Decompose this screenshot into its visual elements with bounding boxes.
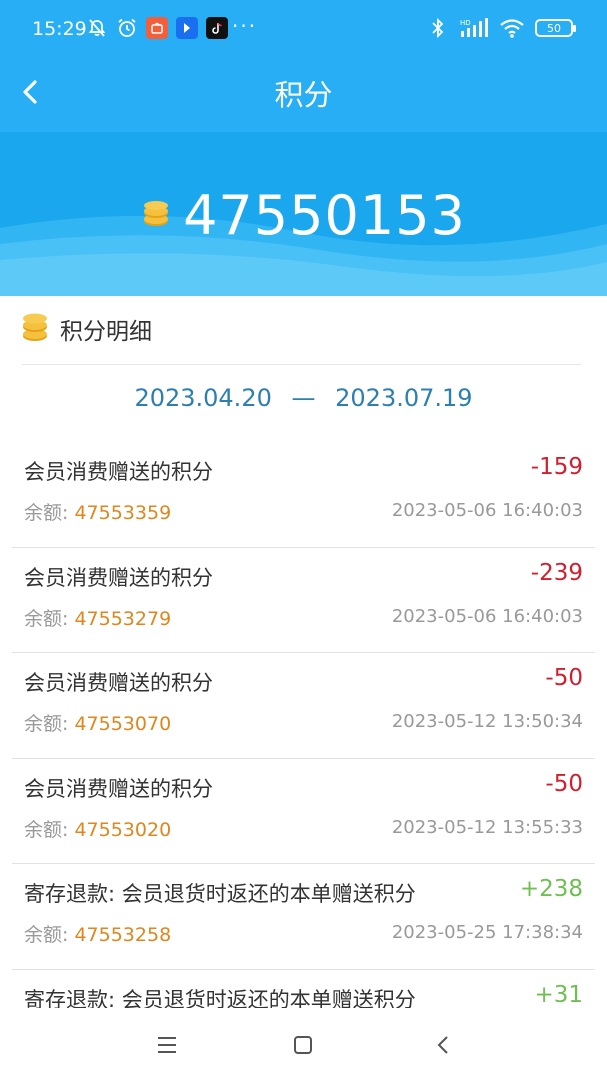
app-blue-icon (176, 17, 198, 39)
balance-value: 47553359 (74, 502, 172, 524)
coins-icon (141, 199, 171, 233)
balance-value: 47553070 (74, 713, 172, 735)
points-total-row: 47550153 (0, 184, 607, 247)
battery-icon: 50 (535, 19, 576, 37)
section-header: 积分明细 (22, 312, 152, 346)
balance-value: 47553279 (74, 607, 172, 630)
page-title: 积分 (274, 78, 333, 112)
square-icon (294, 1036, 312, 1054)
record-time: 2023-05-06 16:40:03 (391, 605, 583, 627)
date-start: 2023.04.20 (134, 384, 272, 412)
record-amount: -50 (545, 770, 583, 797)
balance-label: 余额: (24, 818, 75, 841)
balance-label: 余额: (24, 713, 75, 735)
balance-label: 余额: (24, 502, 75, 524)
points-total: 47550153 (183, 184, 466, 247)
record-title: 会员消费赠送的积分 (24, 565, 213, 590)
record-balance: 余额: 47553258 (24, 920, 171, 947)
menu-icon (158, 1037, 176, 1053)
record-time: 2023-05-12 13:50:34 (391, 711, 583, 732)
points-record-list: 会员消费赠送的积分 -159 余额: 47553359 2023-05-06 1… (0, 442, 607, 1020)
record-time: 2023-05-12 13:55:33 (391, 816, 583, 838)
status-system-icons: HD 50 (427, 17, 576, 39)
list-item[interactable]: 会员消费赠送的积分 -159 余额: 47553359 2023-05-06 1… (12, 442, 595, 548)
chevron-left-icon (437, 1036, 448, 1054)
record-balance: 余额: 47553020 (24, 815, 171, 842)
signal-hd-icon: HD (459, 17, 489, 39)
record-amount: +238 (519, 876, 583, 902)
list-item[interactable]: 会员消费赠送的积分 -50 余额: 47553070 2023-05-12 13… (12, 653, 595, 759)
section-title: 积分明细 (60, 319, 152, 345)
home-button[interactable] (288, 1030, 318, 1060)
record-amount: -239 (530, 559, 583, 586)
system-back-button[interactable] (428, 1030, 458, 1060)
system-nav-bar (0, 1008, 607, 1080)
points-hero: 47550153 (0, 132, 607, 296)
record-amount: -159 (530, 454, 583, 480)
bluetooth-icon (427, 17, 449, 39)
date-separator: — (291, 384, 316, 412)
status-time: 15:29 (32, 18, 87, 40)
record-time: 2023-05-06 16:40:03 (391, 500, 583, 521)
record-amount: -50 (545, 665, 583, 691)
alarm-icon (116, 17, 138, 39)
status-more-icon: ··· (232, 14, 258, 38)
battery-level: 50 (547, 21, 561, 35)
bell-off-icon (86, 17, 108, 39)
balance-value: 47553258 (74, 924, 172, 946)
wifi-icon (499, 17, 525, 39)
record-balance: 余额: 47553359 (24, 498, 171, 525)
record-title: 会员消费赠送的积分 (24, 460, 213, 484)
record-title: 会员消费赠送的积分 (24, 671, 213, 695)
app-tiktok-icon (206, 17, 228, 39)
record-time: 2023-05-25 17:38:34 (391, 922, 583, 943)
list-item[interactable]: 会员消费赠送的积分 -50 余额: 47553020 2023-05-12 13… (12, 759, 595, 864)
balance-value: 47553020 (74, 818, 172, 841)
menu-button[interactable] (152, 1030, 182, 1060)
header-bar: 积分 (0, 60, 607, 132)
list-item[interactable]: 寄存退款: 会员退货时返还的本单赠送积分 +238 余额: 47553258 2… (12, 864, 595, 970)
divider (22, 364, 581, 365)
date-range-selector[interactable]: 2023.04.20 — 2023.07.19 (0, 384, 607, 412)
record-amount: +31 (534, 981, 583, 1008)
record-title: 会员消费赠送的积分 (24, 776, 213, 801)
list-item[interactable]: 会员消费赠送的积分 -239 余额: 47553279 2023-05-06 1… (12, 548, 595, 653)
coins-stack-icon (22, 312, 48, 346)
balance-label: 余额: (24, 924, 75, 946)
record-balance: 余额: 47553070 (24, 709, 171, 736)
points-detail-card: 积分明细 2023.04.20 — 2023.07.19 会员消费赠送的积分 -… (0, 296, 607, 1012)
record-title: 寄存退款: 会员退货时返还的本单赠送积分 (24, 882, 416, 906)
hd-label: HD (460, 19, 471, 27)
status-bar: 15:29 ··· HD 50 (0, 0, 607, 60)
app-taobao-icon (146, 17, 168, 39)
record-balance: 余额: 47553279 (24, 604, 171, 631)
status-notification-icons (86, 17, 228, 39)
balance-label: 余额: (24, 607, 75, 630)
date-end: 2023.07.19 (335, 384, 473, 412)
